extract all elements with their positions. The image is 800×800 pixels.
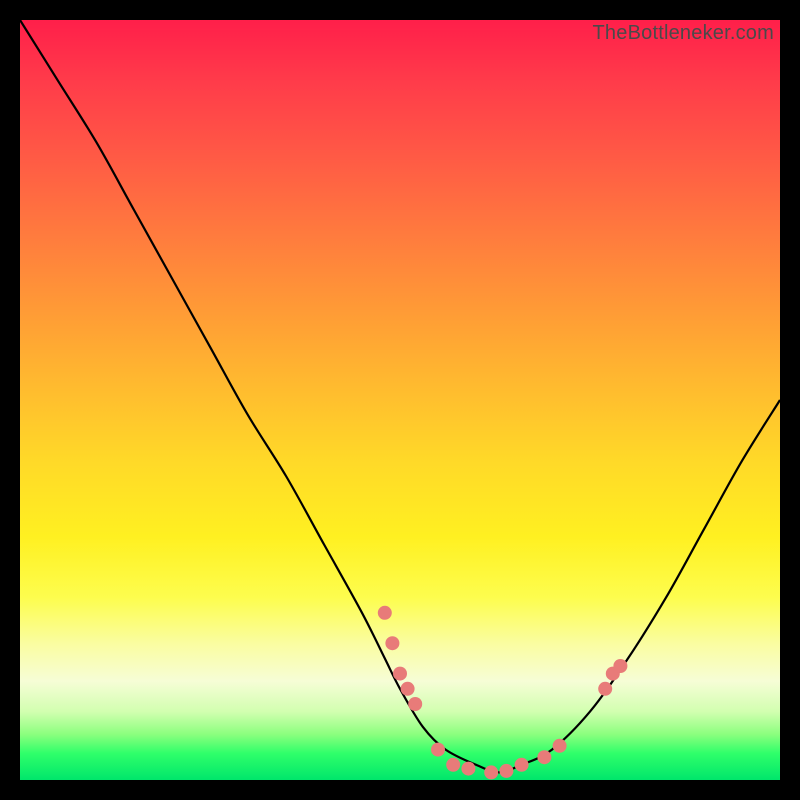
data-point — [515, 758, 529, 772]
data-point — [431, 743, 445, 757]
data-point — [484, 765, 498, 779]
data-point — [461, 762, 475, 776]
data-point — [537, 750, 551, 764]
data-point — [378, 606, 392, 620]
data-point — [393, 667, 407, 681]
data-point — [446, 758, 460, 772]
data-point — [499, 764, 513, 778]
data-point — [408, 697, 422, 711]
data-points-group — [378, 606, 628, 780]
plot-area: TheBottleneker.com — [20, 20, 780, 780]
data-point — [613, 659, 627, 673]
data-point — [553, 739, 567, 753]
watermark-text: TheBottleneker.com — [593, 22, 774, 45]
bottleneck-curve — [20, 20, 780, 772]
data-point — [385, 636, 399, 650]
chart-svg — [20, 20, 780, 780]
data-point — [401, 682, 415, 696]
data-point — [598, 682, 612, 696]
chart-frame: TheBottleneker.com — [20, 20, 780, 780]
